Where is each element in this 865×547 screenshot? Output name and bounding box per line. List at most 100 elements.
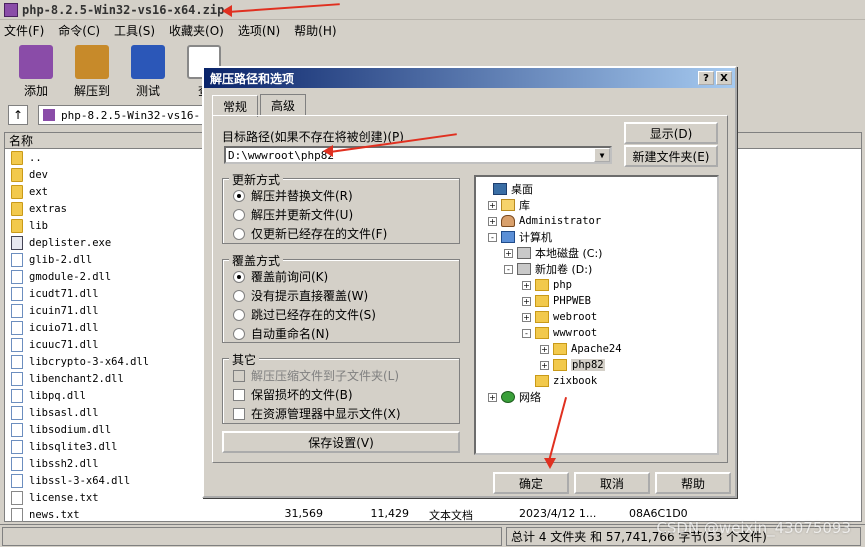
dialog-close-button[interactable]: X [716,71,732,85]
tree-node-label: Administrator [519,215,602,227]
tree-node-label: Apache24 [571,343,622,355]
file-name: .. [29,151,42,164]
checkbox-icon [233,407,245,420]
misc-group: 其它 解压压缩文件到子文件夹(L) 保留损坏的文件(B) 在资源管理器中显示文件… [222,351,460,424]
collapse-icon[interactable]: - [522,328,531,338]
menu-options[interactable]: 选项(N) [238,22,280,39]
dll-file-icon [11,269,23,284]
tree-node[interactable]: + 网络 [488,389,541,405]
folder-icon [11,184,23,199]
menu-file[interactable]: 文件(F) [4,22,44,39]
annotation-arrowhead-title [222,5,232,17]
checkbox-icon [233,388,245,401]
expand-icon[interactable]: + [540,344,549,354]
expand-icon[interactable]: + [522,296,531,306]
radio-skip-existing[interactable]: 跳过已经存在的文件(S) [233,306,376,323]
folder-icon [553,359,567,371]
drive-d-icon [517,263,531,275]
file-name: libcrypto-3-x64.dll [29,355,150,368]
tree-node-label: webroot [553,311,598,323]
folder-tree[interactable]: 桌面 + 库 + Administrator - 计算机 + 本地磁盘 (C:) - 新加卷 (D:… [474,175,719,455]
radio-icon [233,270,245,283]
tree-node[interactable]: - 计算机 [488,229,552,245]
add-button[interactable]: 添加 [8,40,64,100]
library-icon [501,199,515,211]
file-name: extras [29,202,67,215]
radio-overwrite-without-prompt[interactable]: 没有提示直接覆盖(W) [233,287,368,304]
radio-icon [233,227,245,240]
folder-icon [11,218,23,233]
archive-icon [43,109,55,121]
tree-node[interactable]: + PHPWEB [522,293,591,309]
tab-advanced[interactable]: 高级 [260,94,307,116]
misc-title: 其它 [229,351,260,368]
menu-tools[interactable]: 工具(S) [114,22,155,39]
expand-icon[interactable]: + [488,216,497,226]
show-button[interactable]: 显示(D) [624,122,718,144]
tree-node[interactable]: - wwwroot [522,325,597,341]
file-details: 31,569 11,429 文本文档 2023/4/12 1... 08A6C1D0 [275,506,688,523]
file-name: lib [29,219,48,232]
network-icon [501,391,515,403]
file-packed-size: 11,429 [370,506,410,520]
update-mode-title: 更新方式 [229,171,284,188]
new-folder-button[interactable]: 新建文件夹(E) [624,145,718,167]
save-settings-button[interactable]: 保存设置(V) [222,431,460,453]
check-keep-broken-files[interactable]: 保留损坏的文件(B) [233,386,353,403]
menu-favorites[interactable]: 收藏夹(O) [169,22,224,39]
up-folder-button[interactable]: ↑ [8,105,28,125]
dll-file-icon [11,252,23,267]
tree-node[interactable]: - 新加卷 (D:) [504,261,592,277]
test-label: 测试 [135,84,160,98]
tab-general[interactable]: 常规 [212,95,259,117]
extract-to-icon [75,45,109,79]
tree-node[interactable]: + php [522,277,572,293]
radio-auto-rename[interactable]: 自动重命名(N) [233,325,329,342]
tree-node[interactable]: + Administrator [488,213,601,229]
radio-icon [233,189,245,202]
tree-node[interactable]: + webroot [522,309,597,325]
radio-ask-before-overwrite[interactable]: 覆盖前询问(K) [233,268,328,285]
tree-node-label: php82 [571,359,605,371]
collapse-icon[interactable]: - [488,232,497,242]
test-button[interactable]: 测试 [120,40,176,100]
menu-help[interactable]: 帮助(H) [294,22,336,39]
tree-node[interactable]: + Apache24 [540,341,622,357]
tree-node[interactable]: 桌面 [480,181,533,197]
check-show-in-explorer[interactable]: 在资源管理器中显示文件(X) [233,405,401,422]
tree-node-label: php [553,279,572,291]
extract-to-button[interactable]: 解压到 [64,40,120,100]
file-name: libssh2.dll [29,457,99,470]
expand-icon[interactable]: + [522,312,531,322]
check-extract-to-subfolder[interactable]: 解压压缩文件到子文件夹(L) [233,367,399,384]
file-name: libpq.dll [29,389,86,402]
expand-icon[interactable]: + [504,248,513,258]
menu-commands[interactable]: 命令(C) [58,22,100,39]
dll-file-icon [11,320,23,335]
cancel-button[interactable]: 取消 [574,472,650,494]
radio-extract-replace[interactable]: 解压并替换文件(R) [233,187,353,204]
dialog-help-button[interactable]: ? [698,71,714,85]
help-button[interactable]: 帮助 [655,472,731,494]
expand-icon[interactable]: + [488,200,497,210]
tree-node[interactable]: zixbook [522,373,597,389]
tree-node-label: 网络 [519,391,541,404]
file-name: libenchant2.dll [29,372,124,385]
dest-path-input[interactable]: D:\wwwroot\php82 ▼ [224,146,612,164]
tree-node[interactable]: + 库 [488,197,530,213]
collapse-icon[interactable]: - [504,264,513,274]
radio-extract-update[interactable]: 解压并更新文件(U) [233,206,353,223]
chevron-down-icon[interactable]: ▼ [594,148,610,162]
radio-fresh-existing[interactable]: 仅更新已经存在的文件(F) [233,225,387,242]
file-name: gmodule-2.dll [29,270,112,283]
expand-icon[interactable]: + [540,360,549,370]
file-name: libsodium.dll [29,423,112,436]
expand-icon[interactable]: + [522,280,531,290]
tree-node-label: 计算机 [519,231,552,244]
expand-icon[interactable]: + [488,392,497,402]
tree-node[interactable]: + 本地磁盘 (C:) [504,245,602,261]
dll-file-icon [11,473,23,488]
dialog-titlebar: 解压路径和选项 ? X [204,68,735,88]
tree-node[interactable]: + php82 [540,357,605,373]
ok-button[interactable]: 确定 [493,472,569,494]
